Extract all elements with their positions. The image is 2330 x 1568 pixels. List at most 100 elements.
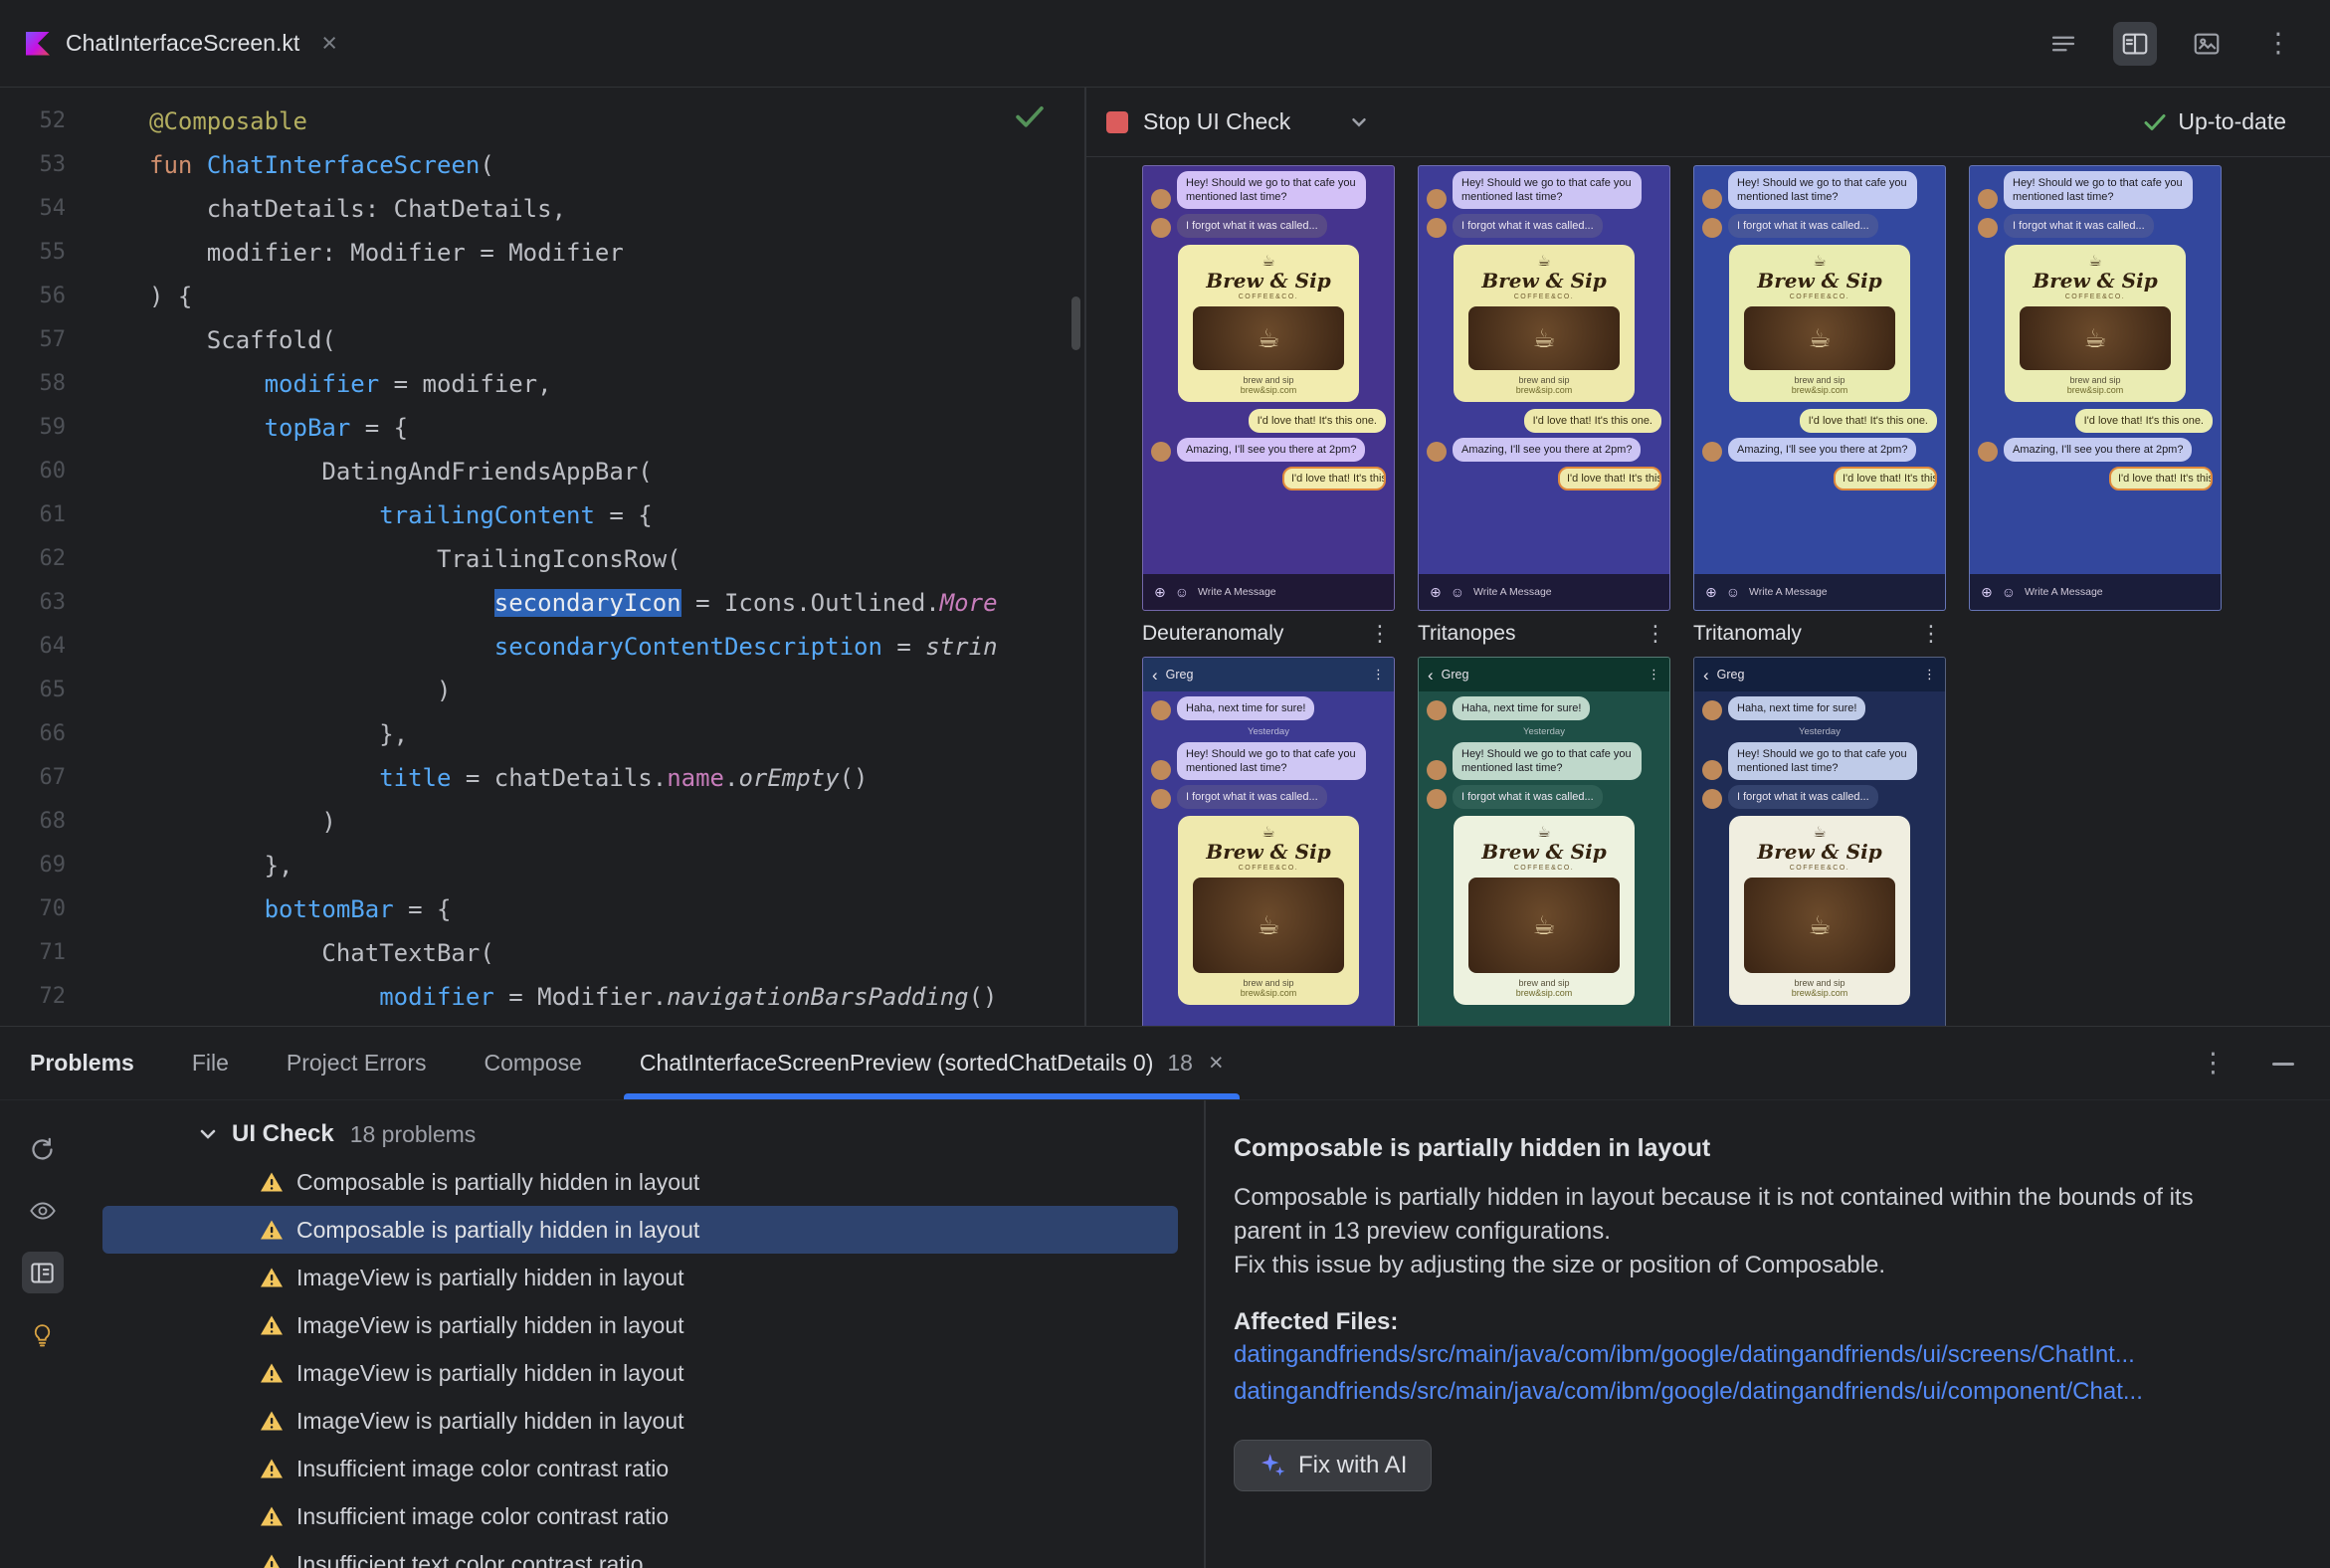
preview-row-1: Hey! Should we go to that cafe you menti…: [1142, 165, 2330, 611]
preview-card[interactable]: Hey! Should we go to that cafe you menti…: [1142, 165, 1395, 611]
tab-compose[interactable]: Compose: [484, 1027, 581, 1099]
brew-card-subtitle: COFFEE&CO.: [1513, 294, 1575, 300]
code-line[interactable]: 69 },: [0, 844, 1084, 887]
code-line[interactable]: 73 onAddClick = {},: [0, 1019, 1084, 1026]
add-icon[interactable]: ⊕: [1154, 585, 1166, 599]
more-vertical-icon[interactable]: ⋮: [1372, 667, 1385, 683]
quick-fix-bulb-icon[interactable]: [22, 1313, 64, 1355]
affected-file-link[interactable]: datingandfriends/src/main/java/com/ibm/g…: [1234, 1373, 2290, 1410]
chat-bubble: Hey! Should we go to that cafe you menti…: [1453, 171, 1642, 209]
panel-options-icon[interactable]: ⋮: [2200, 1050, 2227, 1077]
add-icon[interactable]: ⊕: [1430, 585, 1442, 599]
more-vertical-icon[interactable]: ⋮: [1648, 667, 1660, 683]
code-mode-icon[interactable]: [2041, 22, 2085, 66]
problem-item[interactable]: ImageView is partially hidden in layout: [102, 1254, 1178, 1301]
emoji-icon[interactable]: ☺: [1451, 585, 1464, 599]
stop-icon[interactable]: [1106, 110, 1128, 133]
preview-card[interactable]: ‹ Greg ⋮ Haha, next time for sure! Yesterday…: [1418, 657, 1670, 1026]
code-line[interactable]: 71 ChatTextBar(: [0, 931, 1084, 975]
fix-with-ai-button[interactable]: Fix with AI: [1234, 1440, 1433, 1491]
code-line[interactable]: 62 TrailingIconsRow(: [0, 537, 1084, 581]
more-vertical-icon[interactable]: ⋮: [1923, 667, 1936, 683]
code-line[interactable]: 70 bottomBar = {: [0, 887, 1084, 931]
avatar: [1702, 442, 1722, 462]
problem-text: ImageView is partially hidden in layout: [296, 1407, 684, 1434]
details-view-icon[interactable]: [21, 1252, 64, 1293]
code-line[interactable]: 64 secondaryContentDescription = strin: [0, 625, 1084, 669]
back-icon[interactable]: ‹: [1152, 667, 1158, 684]
problem-item[interactable]: Insufficient image color contrast ratio: [102, 1445, 1178, 1492]
problem-group-row[interactable]: UI Check 18 problems: [102, 1110, 1178, 1158]
brew-sip-card: ☕ Brew & Sip COFFEE&CO. ☕ brew and sip brew&s…: [1454, 816, 1635, 1005]
code-editor[interactable]: 52 @Composable 53 fun ChatInterfaceScreen(5…: [0, 88, 1084, 1026]
affected-file-link[interactable]: datingandfriends/src/main/java/com/ibm/g…: [1234, 1336, 2290, 1373]
refresh-icon[interactable]: [22, 1128, 64, 1170]
chevron-down-icon[interactable]: [1348, 111, 1370, 133]
code-line[interactable]: 63 secondaryIcon = Icons.Outlined.More: [0, 581, 1084, 625]
code-line[interactable]: 66 },: [0, 712, 1084, 756]
line-number: 62: [39, 546, 67, 571]
tool-window-title-problems[interactable]: Problems: [30, 1027, 134, 1099]
code-line[interactable]: 65 ): [0, 669, 1084, 712]
code-line[interactable]: 55 modifier: Modifier = Modifier: [0, 231, 1084, 275]
chat-bubble: I forgot what it was called...: [1453, 785, 1603, 809]
problem-item[interactable]: Insufficient text color contrast ratio: [102, 1540, 1178, 1568]
preview-card[interactable]: Hey! Should we go to that cafe you menti…: [1693, 165, 1946, 611]
problem-item[interactable]: Composable is partially hidden in layout: [102, 1158, 1178, 1206]
message-row: Hey! Should we go to that cafe you menti…: [1978, 171, 2213, 209]
problem-item[interactable]: ImageView is partially hidden in layout: [102, 1301, 1178, 1349]
chevron-down-icon[interactable]: [196, 1122, 220, 1146]
code-line[interactable]: 60 DatingAndFriendsAppBar(: [0, 450, 1084, 493]
variant-menu-icon[interactable]: ⋮: [1920, 621, 1946, 647]
line-number: 57: [39, 327, 67, 352]
file-tab[interactable]: ChatInterfaceScreen.kt ×: [26, 0, 337, 87]
problem-item[interactable]: Insufficient image color contrast ratio: [102, 1492, 1178, 1540]
code-line[interactable]: 68 ): [0, 800, 1084, 844]
emoji-icon[interactable]: ☺: [2002, 585, 2016, 599]
code-line[interactable]: 58 modifier = modifier,: [0, 362, 1084, 406]
preview-grid[interactable]: Hey! Should we go to that cafe you menti…: [1086, 157, 2330, 1026]
code-line[interactable]: 56) {: [0, 275, 1084, 318]
stop-ui-check-button[interactable]: Stop UI Check: [1143, 108, 1290, 135]
code-line[interactable]: 67 title = chatDetails.name.orEmpty(): [0, 756, 1084, 800]
message-input-bar: ⊕ ☺ Write A Message: [1694, 574, 1945, 610]
add-icon[interactable]: ⊕: [1981, 585, 1993, 599]
close-tab-icon[interactable]: ×: [321, 30, 337, 57]
code-text: secondaryContentDescription = strin: [493, 633, 998, 661]
preview-card[interactable]: ‹ Greg ⋮ Haha, next time for sure! Yesterday…: [1693, 657, 1946, 1026]
split-mode-icon[interactable]: [2113, 21, 2157, 66]
variant-menu-icon[interactable]: ⋮: [1369, 621, 1395, 647]
code-line[interactable]: 72 modifier = Modifier.navigationBarsPad…: [0, 975, 1084, 1019]
avatar: [1427, 442, 1447, 462]
minimize-panel-icon[interactable]: [2272, 1055, 2296, 1073]
preview-card[interactable]: ‹ Greg ⋮ Haha, next time for sure! Yesterday…: [1142, 657, 1395, 1026]
code-line[interactable]: 54 chatDetails: ChatDetails,: [0, 187, 1084, 231]
variant-menu-icon[interactable]: ⋮: [1645, 621, 1670, 647]
editor-scrollbar-thumb[interactable]: [1071, 296, 1080, 350]
tab-project-errors[interactable]: Project Errors: [287, 1027, 427, 1099]
back-icon[interactable]: ‹: [1428, 667, 1434, 684]
tab-chat-interface-screen-preview[interactable]: ChatInterfaceScreenPreview (sortedChatDe…: [623, 1027, 1240, 1099]
add-icon[interactable]: ⊕: [1705, 585, 1717, 599]
code-line[interactable]: 53 fun ChatInterfaceScreen(: [0, 143, 1084, 187]
design-mode-icon[interactable]: [2185, 22, 2229, 66]
problem-item[interactable]: Composable is partially hidden in layout: [102, 1206, 1178, 1254]
code-line[interactable]: 59 topBar = {: [0, 406, 1084, 450]
brew-card-link: brew&sip.com: [2066, 385, 2124, 395]
problem-item[interactable]: ImageView is partially hidden in layout: [102, 1397, 1178, 1445]
emoji-icon[interactable]: ☺: [1175, 585, 1189, 599]
inspections-ok-icon[interactable]: [1015, 103, 1045, 134]
preview-eye-icon[interactable]: [22, 1190, 64, 1232]
code-line[interactable]: 61 trailingContent = {: [0, 493, 1084, 537]
brew-sip-card: ☕ Brew & Sip COFFEE&CO. ☕ brew and sip brew&s…: [1454, 245, 1635, 402]
back-icon[interactable]: ‹: [1703, 667, 1709, 684]
close-tab-icon[interactable]: ×: [1209, 1049, 1224, 1078]
emoji-icon[interactable]: ☺: [1726, 585, 1740, 599]
preview-card[interactable]: Hey! Should we go to that cafe you menti…: [1418, 165, 1670, 611]
problem-item[interactable]: ImageView is partially hidden in layout: [102, 1349, 1178, 1397]
tab-file[interactable]: File: [192, 1027, 229, 1099]
code-line[interactable]: 57 Scaffold(: [0, 318, 1084, 362]
preview-card[interactable]: Hey! Should we go to that cafe you menti…: [1969, 165, 2222, 611]
more-options-icon[interactable]: ⋮: [2256, 22, 2300, 66]
code-line[interactable]: 52 @Composable: [0, 99, 1084, 143]
